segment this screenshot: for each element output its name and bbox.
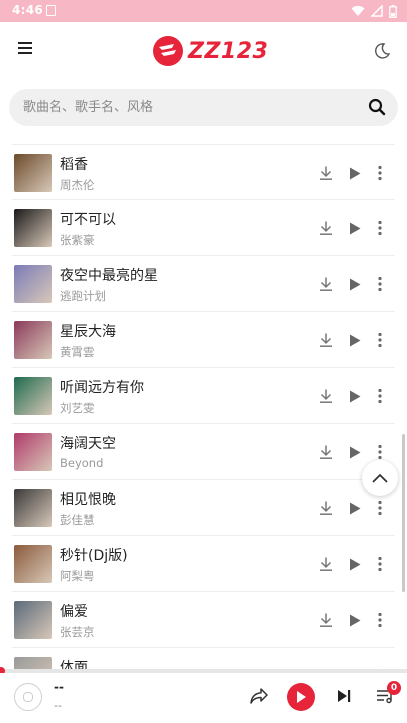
status-bar: 4:46 — [0, 0, 407, 22]
play-icon[interactable] — [345, 274, 365, 294]
album-cover[interactable] — [14, 377, 52, 415]
scrollbar[interactable] — [402, 434, 405, 592]
play-icon[interactable] — [345, 218, 365, 238]
album-cover[interactable] — [14, 209, 52, 247]
back-to-top-button[interactable] — [362, 460, 398, 496]
logo-text: ZZ123 — [188, 38, 269, 64]
song-row[interactable]: 海阔天空 Beyond — [12, 424, 395, 480]
song-artist[interactable]: 周杰伦 — [60, 177, 95, 193]
song-list: 稻香周杰伦可不可以张紫豪夜空中最亮的星逃跑计划星辰大海黄霄雲听闻远方有你刘艺雯海… — [0, 144, 407, 672]
song-title[interactable]: 夜空中最亮的星 — [60, 265, 158, 285]
song-artist[interactable]: 彭佳慧 — [60, 512, 95, 528]
album-cover[interactable] — [14, 489, 52, 527]
download-icon[interactable] — [316, 610, 336, 630]
download-icon[interactable] — [316, 163, 336, 183]
song-artist[interactable]: 张芸京 — [60, 624, 95, 640]
play-icon[interactable] — [345, 330, 365, 350]
song-row[interactable]: 星辰大海 黄霄雲 — [12, 312, 395, 368]
now-playing-artist: -- — [54, 699, 62, 712]
more-options-icon[interactable] — [370, 498, 390, 518]
song-title[interactable]: 稻香 — [60, 154, 88, 174]
next-track-icon[interactable] — [334, 686, 354, 706]
song-row[interactable]: 稻香 周杰伦 — [12, 144, 395, 200]
song-title[interactable]: 秒针(Dj版) — [60, 545, 128, 565]
play-icon[interactable] — [345, 498, 365, 518]
song-row[interactable]: 相见恨晚 彭佳慧 — [12, 480, 395, 536]
song-artist[interactable]: 张紫豪 — [60, 232, 95, 248]
play-icon[interactable] — [345, 442, 365, 462]
download-icon[interactable] — [316, 386, 336, 406]
song-title[interactable]: 听闻远方有你 — [60, 377, 144, 397]
play-icon[interactable] — [345, 610, 365, 630]
share-icon[interactable] — [248, 685, 270, 707]
song-artist[interactable]: 黄霄雲 — [60, 344, 95, 360]
song-artist[interactable]: 阿梨粤 — [60, 568, 95, 584]
song-row[interactable]: 夜空中最亮的星逃跑计划 — [12, 256, 395, 312]
battery-icon — [389, 4, 397, 18]
mini-player: -- -- — [0, 673, 407, 723]
status-icons — [351, 3, 397, 19]
album-cover[interactable] — [14, 154, 52, 192]
wifi-icon — [351, 5, 365, 16]
download-icon[interactable] — [316, 442, 336, 462]
moon-icon[interactable] — [373, 42, 393, 62]
more-options-icon[interactable] — [370, 218, 390, 238]
play-icon[interactable] — [345, 386, 365, 406]
more-options-icon[interactable] — [370, 386, 390, 406]
status-time: 4:46 — [12, 3, 44, 17]
download-icon[interactable] — [316, 330, 336, 350]
song-title[interactable]: 星辰大海 — [60, 321, 116, 341]
signal-icon — [371, 5, 383, 17]
album-cover[interactable] — [14, 545, 52, 583]
album-cover[interactable] — [14, 321, 52, 359]
download-icon[interactable] — [316, 554, 336, 574]
download-icon[interactable] — [316, 218, 336, 238]
more-options-icon[interactable] — [370, 610, 390, 630]
download-icon[interactable] — [316, 498, 336, 518]
app-logo: ZZ123 — [152, 33, 268, 69]
song-title[interactable]: 海阔天空 — [60, 433, 116, 453]
play-icon[interactable] — [345, 163, 365, 183]
song-artist[interactable]: Beyond — [60, 456, 103, 470]
hamburger-menu-icon[interactable] — [18, 42, 38, 58]
more-options-icon[interactable] — [370, 163, 390, 183]
more-options-icon[interactable] — [370, 442, 390, 462]
download-icon[interactable] — [316, 274, 336, 294]
notification-icon — [46, 5, 56, 16]
album-disc-icon[interactable] — [14, 683, 42, 711]
play-icon — [297, 691, 306, 703]
song-row[interactable]: 听闻远方有你 刘艺雯 — [12, 368, 395, 424]
album-cover[interactable] — [14, 601, 52, 639]
app-header: ZZ123 — [0, 22, 407, 80]
logo-mark-icon — [153, 36, 183, 66]
song-row[interactable]: 秒针(Dj版) 阿梨粤 — [12, 536, 395, 592]
song-row[interactable]: 偏爱 张芸京 — [12, 592, 395, 648]
search-bar — [9, 89, 398, 126]
play-icon[interactable] — [345, 554, 365, 574]
song-artist[interactable]: 刘艺雯 — [60, 400, 95, 416]
song-artist[interactable]: 逃跑计划 — [60, 288, 106, 304]
chevron-up-icon — [372, 473, 388, 483]
now-playing-title: -- — [54, 680, 64, 694]
search-icon[interactable] — [368, 98, 388, 118]
more-options-icon[interactable] — [370, 554, 390, 574]
play-button[interactable] — [287, 683, 315, 711]
album-cover[interactable] — [14, 433, 52, 471]
song-row[interactable]: 可不可以 张紫豪 — [12, 200, 395, 256]
queue-count-badge: 0 — [387, 681, 401, 695]
song-title[interactable]: 可不可以 — [60, 209, 116, 229]
more-options-icon[interactable] — [370, 274, 390, 294]
more-options-icon[interactable] — [370, 330, 390, 350]
album-cover[interactable] — [14, 265, 52, 303]
song-title[interactable]: 相见恨晚 — [60, 489, 116, 509]
song-title[interactable]: 偏爱 — [60, 601, 88, 621]
search-input[interactable] — [23, 89, 353, 126]
